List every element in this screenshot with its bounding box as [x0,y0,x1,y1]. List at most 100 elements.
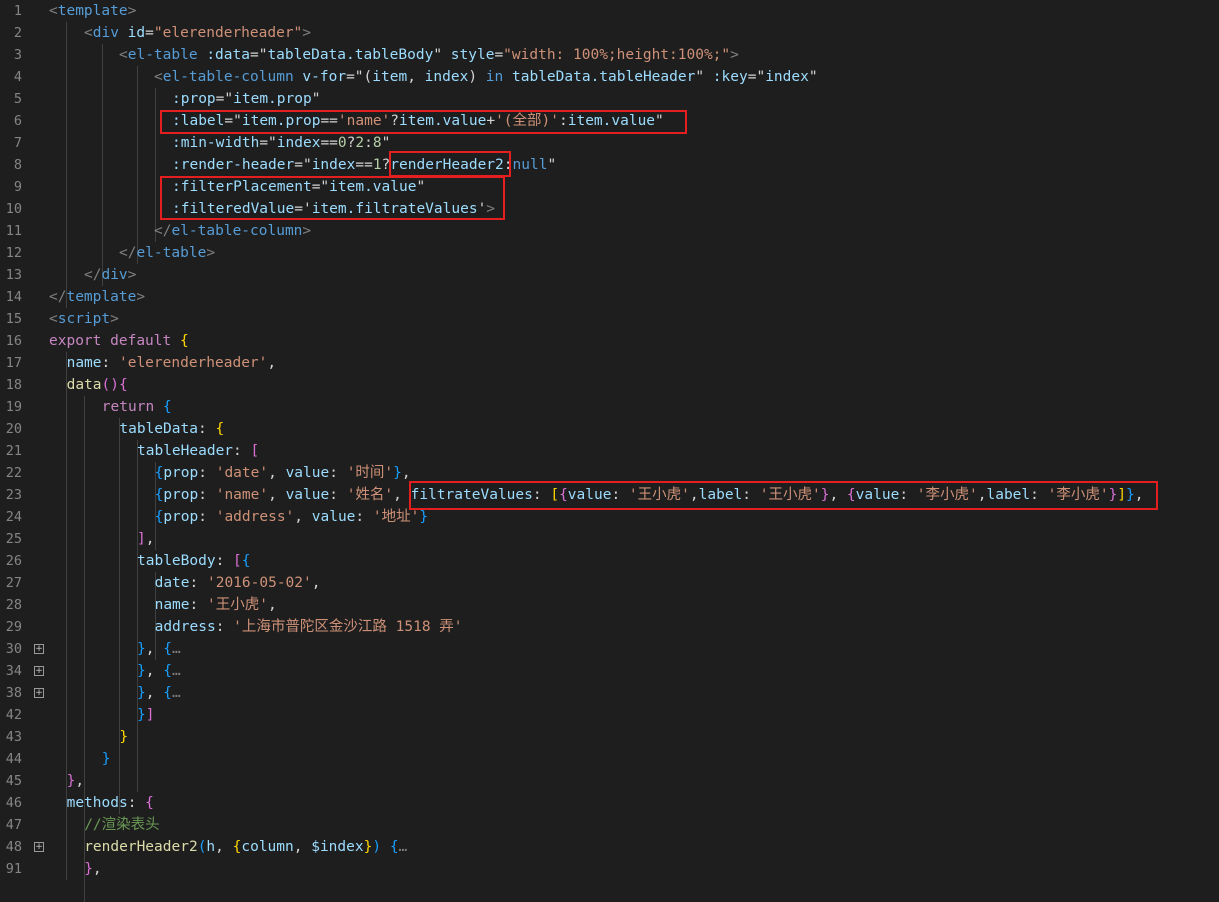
line-number: 42 [5,707,22,723]
code-line: 42}] [0,704,1219,726]
code-token: value [285,465,330,481]
code-token: … [171,685,181,701]
fold-expand-icon[interactable]: + [34,644,44,654]
code-line: 11 </el-table-column> [0,220,1219,242]
code-token: : [189,597,207,613]
code-text: }, {… [137,638,181,660]
line-number: 20 [5,421,22,437]
code-token: item [372,69,408,85]
code-line: 27 date: '2016-05-02', [0,572,1219,594]
code-token: , [145,663,164,679]
code-token: < [119,47,128,63]
code-token: 'date' [215,465,269,481]
code-token: , [92,861,102,877]
code-editor[interactable]: 1 <template> 2 <div id="elerenderheader"> 3 <… [0,0,1219,902]
code-token: , [215,839,233,855]
line-number: 27 [5,575,22,591]
code-token: div [92,25,119,41]
line-number: 14 [5,289,22,305]
code-token: … [171,663,181,679]
fold-expand-icon[interactable]: + [34,688,44,698]
code-token: : [215,553,234,569]
code-token: > [730,47,739,63]
code-line: 25], [0,528,1219,550]
code-token: prop [163,509,199,525]
code-token: index [276,135,321,151]
code-token: </ [154,223,172,239]
code-token: el-table [136,245,207,261]
code-token: '地址' [372,509,420,525]
code-token: = [145,25,154,41]
code-token: :render-header [172,157,295,173]
code-token: < [84,25,93,41]
code-token: > [206,245,216,261]
code-token: : [127,795,146,811]
code-token: '上海市普陀区金沙江路 1518 弄' [233,619,463,635]
code-token: item.prop [233,91,312,107]
code-token: prop [163,465,199,481]
code-token: } [101,751,111,767]
code-token: =" [249,47,268,63]
code-token: template [57,3,128,19]
code-text: }, {… [137,660,181,682]
code-token: < [49,3,58,19]
code-token: { [163,685,172,701]
code-token: 'elerenderheader' [118,355,268,371]
code-token: > [136,289,146,305]
code-token: " [311,91,321,107]
code-token: :min-width [172,135,260,151]
code-token: date [154,575,190,591]
code-token: 8 [372,135,382,151]
line-number: 47 [5,817,22,833]
fold-expand-icon[interactable]: + [34,842,44,852]
line-number: 1 [13,3,22,19]
line-number: 4 [13,69,22,85]
line-number: 8 [13,157,22,173]
code-token: address [154,619,216,635]
code-text: }] [137,704,154,726]
code-token: { [215,421,225,437]
code-text: }, [84,858,101,880]
code-token: '2016-05-02' [206,575,312,591]
code-token: ] [137,531,146,547]
code-token: : [329,487,347,503]
code-line: 18 data(){ [0,374,1219,396]
code-token: : [198,509,216,525]
code-text: //渲染表头 [84,814,159,836]
code-token: : [355,509,373,525]
code-token: , [145,531,155,547]
code-token: = [494,47,504,63]
fold-expand-icon[interactable]: + [34,666,44,676]
code-text: </div> [84,264,136,286]
line-number: 43 [5,729,22,745]
code-text: return { [102,396,172,418]
line-number: 13 [5,267,22,283]
code-token: index [765,69,809,85]
code-text: </el-table-column> [154,220,311,242]
code-line: 38 +}, {… [0,682,1219,704]
code-token: export [49,333,102,349]
code-token: , [293,839,312,855]
code-line: 14 </template> [0,286,1219,308]
code-text: <div id="elerenderheader"> [84,22,311,44]
code-token: "elerenderheader" [153,25,303,41]
code-text: address: '上海市普陀区金沙江路 1518 弄' [155,616,463,638]
code-text: <el-table-column v-for="(item, index) in… [154,66,818,88]
code-text: :min-width="index==0?2:8" [172,132,390,154]
code-token: } [137,663,146,679]
code-token: null [512,157,548,173]
code-token: $index [311,839,364,855]
code-token: , [401,465,411,481]
code-line: 19 return { [0,396,1219,418]
line-number: 22 [5,465,22,481]
code-text: date: '2016-05-02', [155,572,321,594]
code-token: :prop [172,91,216,107]
code-token: < [49,311,58,327]
code-token: value [285,487,330,503]
code-token: style [450,47,495,63]
code-line: 3 <el-table :data="tableData.tableBody" s… [0,44,1219,66]
code-token: tableData [119,421,198,437]
